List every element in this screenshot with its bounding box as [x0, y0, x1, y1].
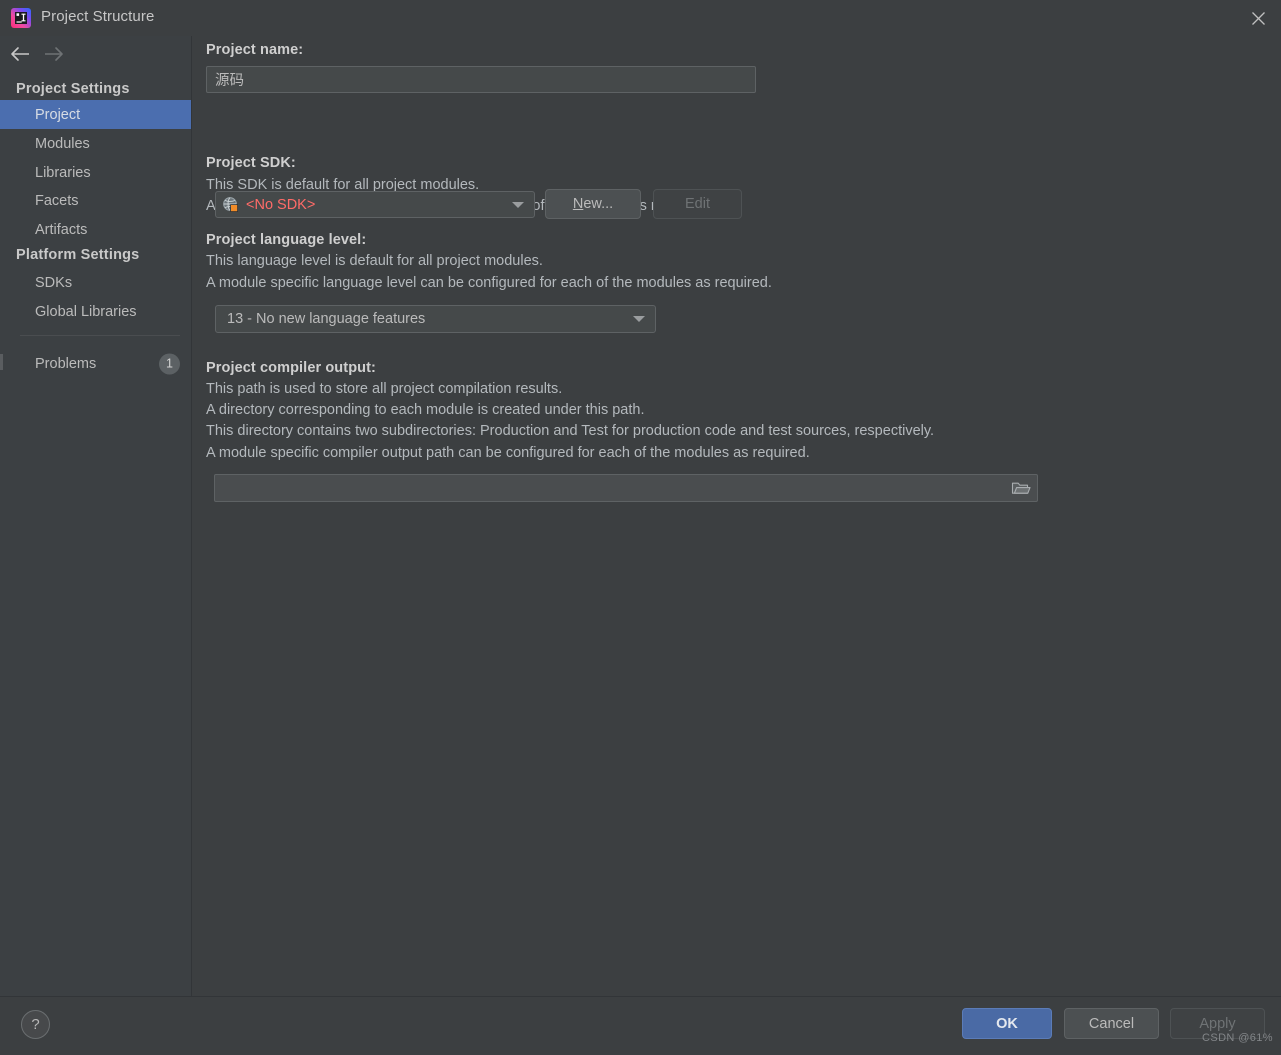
- compiler-output-input[interactable]: [214, 474, 1038, 502]
- dialog-footer: ? OK Cancel Apply: [0, 996, 1281, 1055]
- project-sdk-value: <No SDK>: [246, 196, 316, 213]
- language-level-value: 13 - No new language features: [227, 311, 426, 327]
- new-button-rest: ew...: [583, 196, 614, 212]
- sidebar-item-global-libraries[interactable]: Global Libraries: [0, 297, 191, 326]
- language-level-label: Project language level:: [206, 232, 367, 248]
- language-level-description-line2: A module specific language level can be …: [206, 275, 772, 291]
- project-structure-dialog: Project Structure Project Settings Proje…: [0, 0, 1281, 1055]
- sidebar-group-platform-settings: Platform Settings: [16, 247, 140, 263]
- sidebar-item-artifacts[interactable]: Artifacts: [0, 215, 191, 244]
- sidebar-item-label: Facets: [35, 192, 79, 209]
- language-level-combobox[interactable]: 13 - No new language features: [215, 305, 656, 333]
- project-name-input[interactable]: 源码: [206, 66, 756, 93]
- sidebar-item-label: Artifacts: [35, 221, 88, 238]
- apply-button-label: Apply: [1199, 1015, 1236, 1032]
- title-bar: Project Structure: [0, 0, 1281, 36]
- sidebar-item-facets[interactable]: Facets: [0, 186, 191, 215]
- arrow-left-icon[interactable]: [7, 40, 35, 68]
- sidebar-nav-arrows: [0, 36, 191, 72]
- project-sdk-combobox[interactable]: <No SDK>: [215, 191, 535, 218]
- sidebar-item-label: Modules: [35, 135, 90, 152]
- compiler-output-description-line1: This path is used to store all project c…: [206, 381, 563, 397]
- cancel-button[interactable]: Cancel: [1064, 1008, 1159, 1039]
- folder-icon[interactable]: [1007, 477, 1035, 499]
- compiler-output-description-line3: This directory contains two subdirectori…: [206, 423, 935, 439]
- project-sdk-label: Project SDK:: [206, 155, 296, 171]
- sidebar-item-label: Project: [35, 106, 81, 123]
- watermark: CSDN @61%: [1201, 1032, 1273, 1044]
- sdk-globe-warning-icon: [222, 196, 239, 213]
- window-title: Project Structure: [41, 8, 155, 25]
- sidebar-item-label: Global Libraries: [35, 303, 137, 320]
- cancel-button-label: Cancel: [1088, 1015, 1135, 1032]
- sidebar: Project Settings Project Modules Librari…: [0, 36, 192, 996]
- intellij-idea-logo-icon: [10, 7, 32, 29]
- sidebar-item-label: Problems: [35, 355, 97, 372]
- compiler-output-label: Project compiler output:: [206, 360, 376, 376]
- sidebar-item-label: SDKs: [35, 274, 73, 291]
- edit-button-label: Edit: [685, 196, 710, 212]
- sidebar-group-project-settings: Project Settings: [16, 81, 130, 97]
- help-label: ?: [31, 1016, 40, 1033]
- project-name-value: 源码: [215, 73, 244, 89]
- sidebar-item-project[interactable]: Project: [0, 100, 191, 129]
- sidebar-item-problems[interactable]: Problems 1: [0, 349, 191, 378]
- compiler-output-description-line4: A module specific compiler output path c…: [206, 445, 810, 461]
- sidebar-item-sdks[interactable]: SDKs: [0, 268, 191, 297]
- sidebar-item-libraries[interactable]: Libraries: [0, 158, 191, 187]
- compiler-output-description-line2: A directory corresponding to each module…: [206, 402, 645, 418]
- arrow-right-icon[interactable]: [39, 40, 67, 68]
- chevron-down-icon: [512, 201, 524, 208]
- edit-sdk-button[interactable]: Edit: [653, 189, 742, 219]
- main-panel: Project name: 源码 Project SDK: This SDK i…: [192, 36, 1281, 996]
- language-level-description-line1: This language level is default for all p…: [206, 253, 543, 269]
- new-sdk-button[interactable]: New...: [545, 189, 641, 219]
- close-icon[interactable]: [1235, 0, 1281, 36]
- project-name-label: Project name:: [206, 42, 304, 58]
- ok-button[interactable]: OK: [962, 1008, 1052, 1039]
- sidebar-divider: [20, 335, 180, 336]
- sidebar-item-modules[interactable]: Modules: [0, 129, 191, 158]
- new-button-mnemonic: N: [572, 196, 584, 212]
- ok-button-label: OK: [996, 1015, 1018, 1032]
- help-icon[interactable]: ?: [21, 1010, 50, 1039]
- chevron-down-icon: [633, 316, 645, 322]
- sidebar-item-label: Libraries: [35, 164, 91, 181]
- status-badge: 1: [159, 353, 180, 374]
